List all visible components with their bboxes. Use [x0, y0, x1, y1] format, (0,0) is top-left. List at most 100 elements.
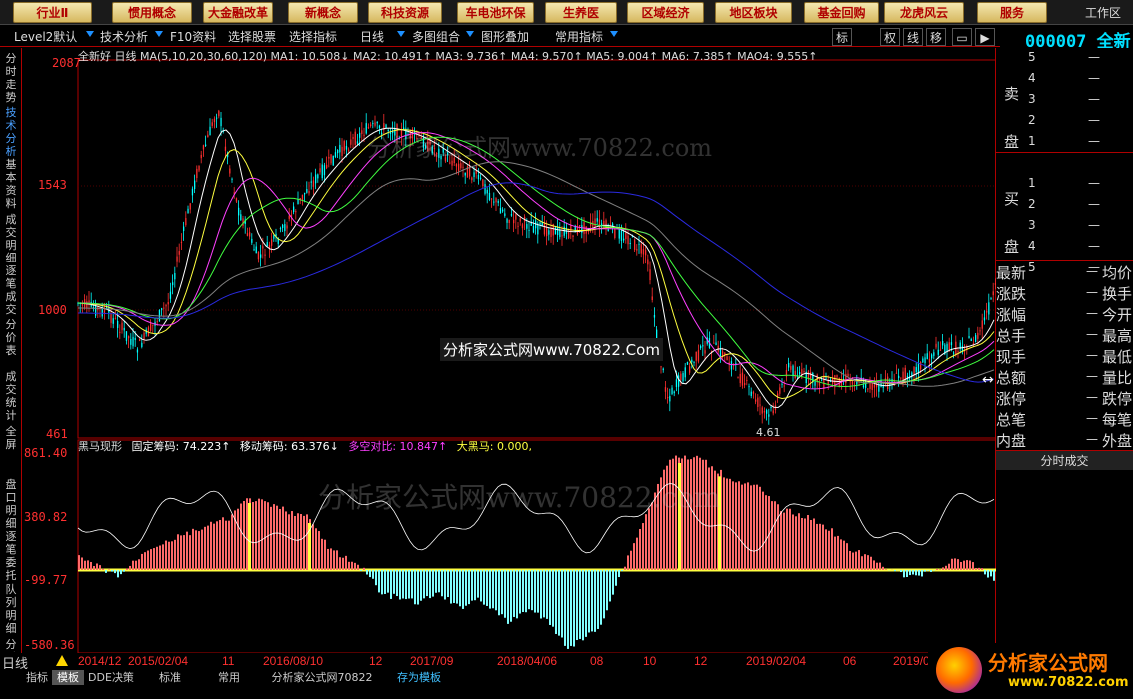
toolbar-select-stock[interactable]: 选择股票: [228, 29, 276, 45]
candle-body: [759, 404, 761, 406]
bottom-tab-0[interactable]: 指标: [22, 670, 52, 685]
work-area-label[interactable]: 工作区: [1085, 4, 1121, 21]
dropdown-icon[interactable]: [155, 31, 163, 37]
histogram-bar: [237, 508, 239, 570]
toolbar-select-indicator[interactable]: 选择指标: [289, 29, 337, 45]
bottom-tab-3[interactable]: 标准: [140, 670, 200, 685]
toolbar-tech-analysis[interactable]: 技术分析: [100, 29, 148, 45]
bottom-tab-2[interactable]: DDE决策: [86, 670, 136, 685]
candle-body: [752, 391, 755, 394]
mode-button-mark[interactable]: 标: [832, 28, 852, 46]
triangle-up-icon[interactable]: [56, 655, 68, 666]
candle-body: [550, 229, 552, 238]
top-button-10[interactable]: 龙虎风云: [884, 2, 964, 23]
bottom-tab-1[interactable]: 模板: [52, 670, 84, 685]
candle-body: [543, 222, 546, 235]
histogram-bar: [348, 561, 350, 570]
top-button-7[interactable]: 区域经济: [627, 2, 704, 23]
toolbar-period[interactable]: 日线: [360, 29, 384, 45]
top-button-6[interactable]: 生养医: [545, 2, 617, 23]
histogram-bar: [834, 536, 836, 570]
histogram-bar: [384, 570, 386, 594]
top-button-0[interactable]: 行业Ⅱ: [13, 2, 92, 23]
left-tab-9[interactable]: 逐笔委托: [2, 530, 20, 581]
left-tab-0[interactable]: 分时走势: [2, 52, 20, 104]
chart-area[interactable]: ↔ 2087 1543 1000 461 861.40 380.82 -99.7…: [22, 48, 997, 654]
histogram-bar: [741, 484, 743, 570]
candle-body: [895, 372, 898, 374]
sell-dash: —: [1088, 92, 1100, 106]
candle-body: [814, 381, 816, 386]
left-tab-3[interactable]: 成交明细: [2, 213, 20, 262]
histogram-bar: [186, 531, 188, 570]
bottom-tab-5[interactable]: 分析家公式网70822: [262, 670, 382, 685]
mode-button-line[interactable]: 线: [903, 28, 923, 46]
candle-body: [880, 379, 882, 388]
histogram-bar: [135, 560, 137, 570]
histogram-bar: [570, 570, 572, 646]
tick-trade-tab[interactable]: 分时成交: [996, 450, 1133, 470]
candle-body: [631, 236, 634, 238]
dropdown-icon[interactable]: [397, 31, 405, 37]
left-tab-5[interactable]: 分价表: [2, 318, 20, 368]
left-tab-11[interactable]: 分时: [2, 638, 20, 652]
dropdown-icon[interactable]: [466, 31, 474, 37]
histogram-bar: [771, 501, 773, 570]
play-icon[interactable]: ▶: [975, 28, 995, 46]
left-tab-1[interactable]: 技术分析: [2, 106, 20, 156]
candle-body: [799, 372, 801, 375]
buy-dash: —: [1088, 176, 1100, 190]
top-button-2[interactable]: 大金融改革: [203, 2, 273, 23]
top-button-4[interactable]: 科技资源: [368, 2, 442, 23]
left-tab-7[interactable]: 全屏: [2, 425, 20, 476]
histogram-bar: [291, 511, 293, 570]
candle-body: [213, 118, 216, 123]
candle-body: [594, 218, 596, 228]
toolbar-common-indicator[interactable]: 常用指标: [555, 29, 603, 45]
top-button-11[interactable]: 服务: [977, 2, 1047, 23]
top-button-5[interactable]: 车电池环保: [457, 2, 534, 23]
left-tab-6[interactable]: 成交统计: [2, 370, 20, 423]
stat-label: 跌停: [1102, 390, 1133, 408]
mode-button-move[interactable]: 移: [926, 28, 946, 46]
candle-body: [768, 414, 770, 417]
left-tab-8[interactable]: 盘口明细: [2, 478, 20, 528]
histogram-bar: [573, 570, 575, 647]
toolbar-level2[interactable]: Level2默认: [14, 29, 77, 45]
histogram-bar: [870, 556, 872, 570]
dropdown-icon[interactable]: [610, 31, 618, 37]
candle-body: [308, 191, 310, 194]
histogram-bar: [726, 478, 728, 570]
left-tab-10[interactable]: 队列明细: [2, 583, 20, 636]
candle-body: [772, 410, 774, 414]
toolbar-f10[interactable]: F10资料: [170, 29, 216, 45]
top-button-1[interactable]: 惯用概念: [112, 2, 192, 23]
candle-body: [266, 242, 268, 247]
histogram-bar: [918, 570, 920, 576]
histogram-bar: [354, 562, 356, 570]
left-tab-2[interactable]: 基本资料: [2, 158, 20, 211]
candle-body: [990, 298, 992, 300]
top-button-8[interactable]: 地区板块: [715, 2, 792, 23]
candle-body: [557, 226, 559, 236]
bottom-tab-4[interactable]: 常用: [204, 670, 254, 685]
toolbar-multi-chart[interactable]: 多图组合: [412, 29, 460, 45]
candle-body: [748, 386, 750, 388]
candle-body: [200, 154, 202, 159]
histogram-bar: [126, 568, 128, 570]
sell-level: 3: [1028, 92, 1036, 106]
histogram-bar: [492, 570, 494, 609]
dropdown-icon[interactable]: [86, 31, 94, 37]
histogram-bar: [585, 570, 587, 637]
top-button-9[interactable]: 基金回购: [804, 2, 879, 23]
bottom-tab-6[interactable]: 存为模板: [384, 670, 454, 685]
left-tab-4[interactable]: 逐笔成交: [2, 264, 20, 316]
top-button-3[interactable]: 新概念: [288, 2, 358, 23]
candle-body: [189, 203, 191, 210]
window-icon[interactable]: ▭: [952, 28, 972, 46]
toolbar-overlay[interactable]: 图形叠加: [481, 29, 529, 45]
date-tick: 06: [843, 654, 857, 668]
candle-body: [295, 211, 297, 213]
histogram-bar: [330, 548, 332, 570]
mode-button-weight[interactable]: 权: [880, 28, 900, 46]
